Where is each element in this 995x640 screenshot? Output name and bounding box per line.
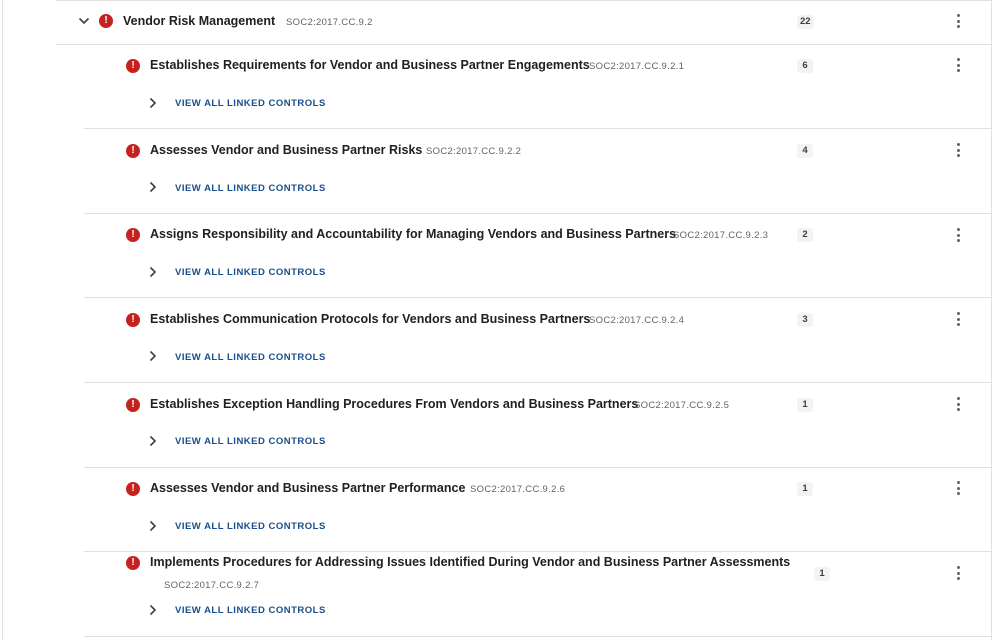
more-vert-icon[interactable] xyxy=(952,56,966,74)
more-vert-icon[interactable] xyxy=(952,395,966,413)
chevron-down-icon[interactable] xyxy=(78,15,90,27)
child-code: SOC2:2017.CC.9.2.6 xyxy=(470,484,566,495)
error-icon: ! xyxy=(99,14,113,28)
row-divider xyxy=(84,297,992,298)
requirements-tree: ! Vendor Risk Management SOC2:2017.CC.9.… xyxy=(0,0,995,640)
more-vert-icon[interactable] xyxy=(952,310,966,328)
child-count-badge: 3 xyxy=(797,313,813,327)
error-icon: ! xyxy=(126,482,140,496)
row-divider xyxy=(84,467,992,468)
more-vert-icon[interactable] xyxy=(952,141,966,159)
view-all-linked-controls-link[interactable]: VIEW ALL LINKED CONTROLS xyxy=(175,267,326,278)
child-title: Assesses Vendor and Business Partner Ris… xyxy=(150,143,423,157)
child-title: Assigns Responsibility and Accountabilit… xyxy=(150,227,677,241)
child-count-badge: 4 xyxy=(797,144,813,158)
more-vert-icon[interactable] xyxy=(952,479,966,497)
chevron-right-icon[interactable] xyxy=(148,266,158,278)
row-divider xyxy=(84,382,992,383)
row-divider xyxy=(84,213,992,214)
child-count-badge: 1 xyxy=(797,482,813,496)
more-vert-icon[interactable] xyxy=(952,564,966,582)
child-title: Establishes Communication Protocols for … xyxy=(150,312,591,326)
chevron-right-icon[interactable] xyxy=(148,520,158,532)
child-code: SOC2:2017.CC.9.2.2 xyxy=(426,146,522,157)
child-count-badge: 2 xyxy=(797,228,813,242)
error-icon: ! xyxy=(126,144,140,158)
child-count-badge: 1 xyxy=(797,398,813,412)
parent-count-badge: 22 xyxy=(797,15,814,29)
chevron-right-icon[interactable] xyxy=(148,97,158,109)
chevron-right-icon[interactable] xyxy=(148,181,158,193)
right-border xyxy=(991,0,992,640)
error-icon: ! xyxy=(126,398,140,412)
more-vert-icon[interactable] xyxy=(952,226,966,244)
child-code: SOC2:2017.CC.9.2.7 xyxy=(164,580,260,591)
error-icon: ! xyxy=(126,313,140,327)
chevron-right-icon[interactable] xyxy=(148,435,158,447)
child-count-badge: 6 xyxy=(797,59,813,73)
error-icon: ! xyxy=(126,59,140,73)
view-all-linked-controls-link[interactable]: VIEW ALL LINKED CONTROLS xyxy=(175,183,326,194)
chevron-right-icon[interactable] xyxy=(148,350,158,362)
left-border xyxy=(2,0,3,640)
error-icon: ! xyxy=(126,556,140,570)
row-divider xyxy=(84,636,992,637)
child-title: Establishes Exception Handling Procedure… xyxy=(150,397,639,411)
chevron-right-icon[interactable] xyxy=(148,604,158,616)
row-divider xyxy=(84,128,992,129)
view-all-linked-controls-link[interactable]: VIEW ALL LINKED CONTROLS xyxy=(175,436,326,447)
child-code: SOC2:2017.CC.9.2.3 xyxy=(673,230,769,241)
child-title: Assesses Vendor and Business Partner Per… xyxy=(150,481,466,495)
parent-title: Vendor Risk Management xyxy=(123,14,276,28)
more-vert-icon[interactable] xyxy=(952,12,966,30)
child-code: SOC2:2017.CC.9.2.5 xyxy=(634,400,730,411)
error-icon: ! xyxy=(126,228,140,242)
view-all-linked-controls-link[interactable]: VIEW ALL LINKED CONTROLS xyxy=(175,98,326,109)
child-title: Establishes Requirements for Vendor and … xyxy=(150,58,590,72)
view-all-linked-controls-link[interactable]: VIEW ALL LINKED CONTROLS xyxy=(175,352,326,363)
child-code: SOC2:2017.CC.9.2.4 xyxy=(589,315,685,326)
parent-code: SOC2:2017.CC.9.2 xyxy=(286,17,373,28)
child-title: Implements Procedures for Addressing Iss… xyxy=(150,555,791,569)
view-all-linked-controls-link[interactable]: VIEW ALL LINKED CONTROLS xyxy=(175,521,326,532)
child-count-badge: 1 xyxy=(814,567,830,581)
row-divider xyxy=(84,551,992,552)
view-all-linked-controls-link[interactable]: VIEW ALL LINKED CONTROLS xyxy=(175,605,326,616)
child-code: SOC2:2017.CC.9.2.1 xyxy=(589,61,685,72)
